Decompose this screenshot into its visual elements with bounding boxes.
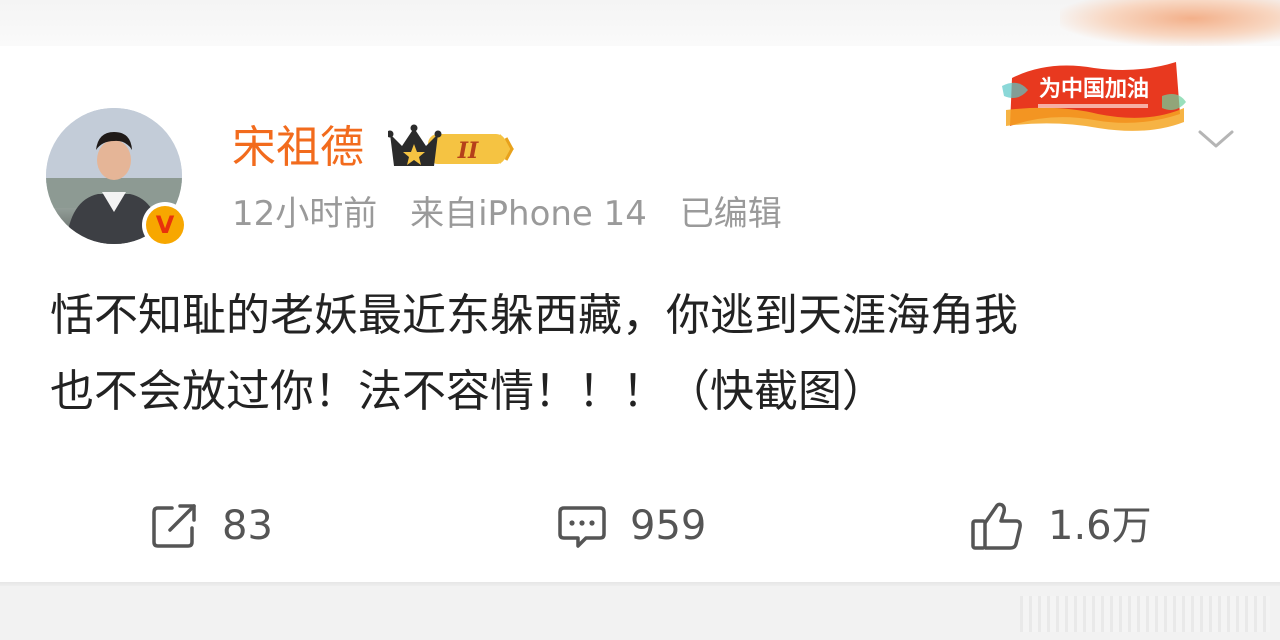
verified-badge: V: [142, 202, 188, 248]
thumbs-up-icon: [971, 502, 1022, 550]
blurred-decoration: [1060, 0, 1280, 46]
vip-level-badge[interactable]: II: [386, 122, 518, 172]
weibo-post-card: V 宋祖德 II 12小时前 来自iPhone 14 已编辑 为中国加油 恬不知…: [0, 46, 1280, 586]
post-content-line-1: 恬不知耻的老妖最近东躲西藏，你逃到天涯海角我: [50, 290, 1018, 341]
decoration-badge-text: 为中国加油: [1039, 77, 1149, 102]
post-menu-button[interactable]: [1196, 124, 1236, 154]
previous-card-remnant: [0, 0, 1280, 46]
comment-icon: [558, 506, 606, 548]
author-name[interactable]: 宋祖德: [232, 122, 364, 174]
crown-icon: II: [386, 124, 514, 166]
comment-button[interactable]: 959: [558, 496, 706, 556]
like-count: 1.6万: [1048, 503, 1152, 549]
post-source: 来自iPhone 14: [410, 194, 647, 234]
vip-level-label: II: [457, 138, 479, 164]
repost-count: 83: [222, 503, 273, 549]
comment-count: 959: [630, 503, 707, 549]
action-bar: 83 959 1.6万: [0, 496, 1280, 556]
verified-mark: V: [146, 206, 184, 244]
edited-label[interactable]: 已编辑: [680, 194, 782, 234]
decoration-badge: 为中国加油: [998, 56, 1188, 140]
post-meta: 12小时前 来自iPhone 14 已编辑: [232, 192, 804, 236]
chevron-down-icon: [1198, 130, 1234, 148]
repost-button[interactable]: 83: [150, 496, 273, 556]
watermark: [1020, 596, 1270, 632]
post-content: 恬不知耻的老妖最近东躲西藏，你逃到天涯海角我 也不会放过你！法不容情！！！（快截…: [50, 278, 1230, 430]
share-icon: [152, 504, 196, 548]
post-time: 12小时前: [232, 194, 378, 234]
like-button[interactable]: 1.6万: [970, 496, 1152, 556]
post-content-line-2: 也不会放过你！法不容情！！！（快截图）: [50, 366, 886, 417]
